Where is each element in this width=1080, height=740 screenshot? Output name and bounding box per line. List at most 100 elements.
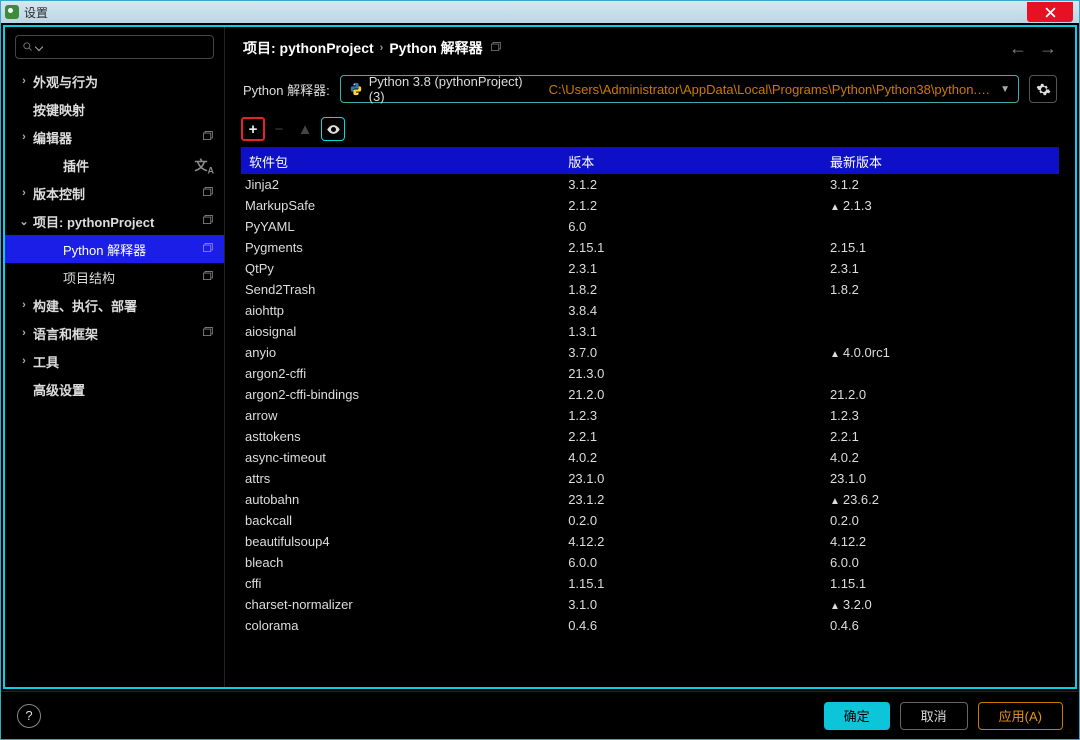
package-table-header: 软件包 版本 最新版本: [241, 148, 1059, 174]
tree-item[interactable]: ›工具: [5, 347, 224, 375]
pkg-name: argon2-cffi-bindings: [241, 387, 568, 402]
pkg-name: anyio: [241, 345, 568, 360]
pkg-name: cffi: [241, 576, 568, 591]
pkg-version: 1.2.3: [568, 408, 830, 423]
tree-item[interactable]: ›项目结构: [5, 263, 224, 291]
help-button[interactable]: ?: [17, 704, 41, 728]
add-package-button[interactable]: +: [241, 117, 265, 141]
table-row[interactable]: arrow1.2.31.2.3: [241, 405, 1059, 426]
interpreter-label: Python 解释器:: [243, 80, 330, 99]
expand-icon: ›: [19, 131, 29, 143]
tree-item-label: 编辑器: [33, 128, 72, 147]
table-row[interactable]: Jinja23.1.23.1.2: [241, 174, 1059, 195]
pkg-latest: 6.0.0: [830, 555, 1059, 570]
table-row[interactable]: anyio3.7.0▲4.0.0rc1: [241, 342, 1059, 363]
pkg-name: argon2-cffi: [241, 366, 568, 381]
pkg-version: 2.2.1: [568, 429, 830, 444]
table-row[interactable]: cffi1.15.11.15.1: [241, 573, 1059, 594]
tree-item[interactable]: › 编辑器: [5, 123, 224, 151]
tree-item[interactable]: ⌄项目: pythonProject: [5, 207, 224, 235]
interpreter-settings-button[interactable]: [1029, 75, 1057, 103]
settings-tree[interactable]: ›外观与行为›按键映射 › 编辑器 ›插件文A›版本控制⌄项目: pythonProj…: [5, 67, 224, 679]
table-row[interactable]: PyYAML6.0: [241, 216, 1059, 237]
pkg-name: Send2Trash: [241, 282, 568, 297]
package-table-body[interactable]: Jinja23.1.23.1.2MarkupSafe2.1.2▲2.1.3PyY…: [241, 174, 1059, 687]
python-icon: [349, 82, 363, 96]
tree-item[interactable]: ›版本控制: [5, 179, 224, 207]
pkg-latest: 23.1.0: [830, 471, 1059, 486]
pkg-name: Pygments: [241, 240, 568, 255]
upgrade-package-button: ▲: [293, 117, 317, 141]
pkg-version: 6.0: [568, 219, 830, 234]
pkg-latest: 1.2.3: [830, 408, 1059, 423]
col-header-name[interactable]: 软件包: [241, 152, 568, 171]
pkg-name: PyYAML: [241, 219, 568, 234]
upgrade-available-icon: ▲: [830, 601, 840, 612]
caret-down-icon: ▼: [1000, 84, 1010, 95]
window-close-button[interactable]: [1027, 2, 1073, 22]
pkg-latest: ▲2.1.3: [830, 198, 1059, 213]
show-early-releases-button[interactable]: [321, 117, 345, 141]
pkg-version: 3.7.0: [568, 345, 830, 360]
breadcrumb: 项目: pythonProject › Python 解释器 ← →: [225, 27, 1075, 69]
pkg-latest: 0.4.6: [830, 618, 1059, 633]
table-row[interactable]: argon2-cffi-bindings21.2.021.2.0: [241, 384, 1059, 405]
language-icon: 文A: [194, 155, 214, 176]
table-row[interactable]: bleach6.0.06.0.0: [241, 552, 1059, 573]
table-row[interactable]: QtPy2.3.12.3.1: [241, 258, 1059, 279]
tree-item-label: 版本控制: [33, 184, 85, 203]
ok-button[interactable]: 确定: [824, 702, 890, 730]
pkg-version: 2.15.1: [568, 240, 830, 255]
table-row[interactable]: attrs23.1.023.1.0: [241, 468, 1059, 489]
pkg-latest: 4.0.2: [830, 450, 1059, 465]
table-row[interactable]: asttokens2.2.12.2.1: [241, 426, 1059, 447]
table-row[interactable]: aiohttp3.8.4: [241, 300, 1059, 321]
cancel-button[interactable]: 取消: [900, 702, 968, 730]
pkg-latest: 21.2.0: [830, 387, 1059, 402]
pkg-name: arrow: [241, 408, 568, 423]
col-header-latest[interactable]: 最新版本: [830, 152, 1059, 171]
table-row[interactable]: aiosignal1.3.1: [241, 321, 1059, 342]
table-row[interactable]: argon2-cffi21.3.0: [241, 363, 1059, 384]
tree-item[interactable]: ›外观与行为: [5, 67, 224, 95]
tree-item[interactable]: ›插件文A: [5, 151, 224, 179]
nav-back-button[interactable]: ←: [1009, 38, 1027, 59]
table-row[interactable]: backcall0.2.00.2.0: [241, 510, 1059, 531]
interpreter-name: Python 3.8 (pythonProject) (3): [369, 74, 541, 104]
table-row[interactable]: beautifulsoup44.12.24.12.2: [241, 531, 1059, 552]
tree-item-label: 外观与行为: [33, 72, 98, 91]
tree-item[interactable]: ›Python 解释器: [5, 235, 224, 263]
pkg-version: 4.0.2: [568, 450, 830, 465]
settings-search-input[interactable]: [15, 35, 214, 59]
pkg-name: async-timeout: [241, 450, 568, 465]
table-row[interactable]: Send2Trash1.8.21.8.2: [241, 279, 1059, 300]
table-row[interactable]: autobahn23.1.2▲23.6.2: [241, 489, 1059, 510]
upgrade-available-icon: ▲: [830, 349, 840, 360]
table-row[interactable]: colorama0.4.60.4.6: [241, 615, 1059, 636]
nav-forward-button[interactable]: →: [1039, 38, 1057, 59]
project-scope-icon: [201, 325, 214, 341]
col-header-version[interactable]: 版本: [568, 152, 830, 171]
pkg-version: 0.4.6: [568, 618, 830, 633]
pkg-version: 23.1.0: [568, 471, 830, 486]
restore-icon[interactable]: [489, 40, 502, 56]
tree-item[interactable]: ›高级设置: [5, 375, 224, 403]
project-scope-icon: [201, 185, 214, 201]
interpreter-select[interactable]: Python 3.8 (pythonProject) (3) C:\Users\…: [340, 75, 1019, 103]
pkg-latest: ▲4.0.0rc1: [830, 345, 1059, 360]
table-row[interactable]: async-timeout4.0.24.0.2: [241, 447, 1059, 468]
pkg-version: 3.8.4: [568, 303, 830, 318]
tree-item[interactable]: ›语言和框架: [5, 319, 224, 347]
tree-item-label: 项目结构: [63, 268, 115, 287]
tree-item[interactable]: ›构建、执行、部署: [5, 291, 224, 319]
table-row[interactable]: Pygments2.15.12.15.1: [241, 237, 1059, 258]
table-row[interactable]: charset-normalizer3.1.0▲3.2.0: [241, 594, 1059, 615]
table-row[interactable]: MarkupSafe2.1.2▲2.1.3: [241, 195, 1059, 216]
pkg-version: 4.12.2: [568, 534, 830, 549]
pkg-version: 2.1.2: [568, 198, 830, 213]
tree-item[interactable]: ›按键映射: [5, 95, 224, 123]
apply-button[interactable]: 应用(A): [978, 702, 1063, 730]
pkg-name: colorama: [241, 618, 568, 633]
tree-item-label: Python 解释器: [63, 240, 146, 259]
upgrade-available-icon: ▲: [830, 496, 840, 507]
